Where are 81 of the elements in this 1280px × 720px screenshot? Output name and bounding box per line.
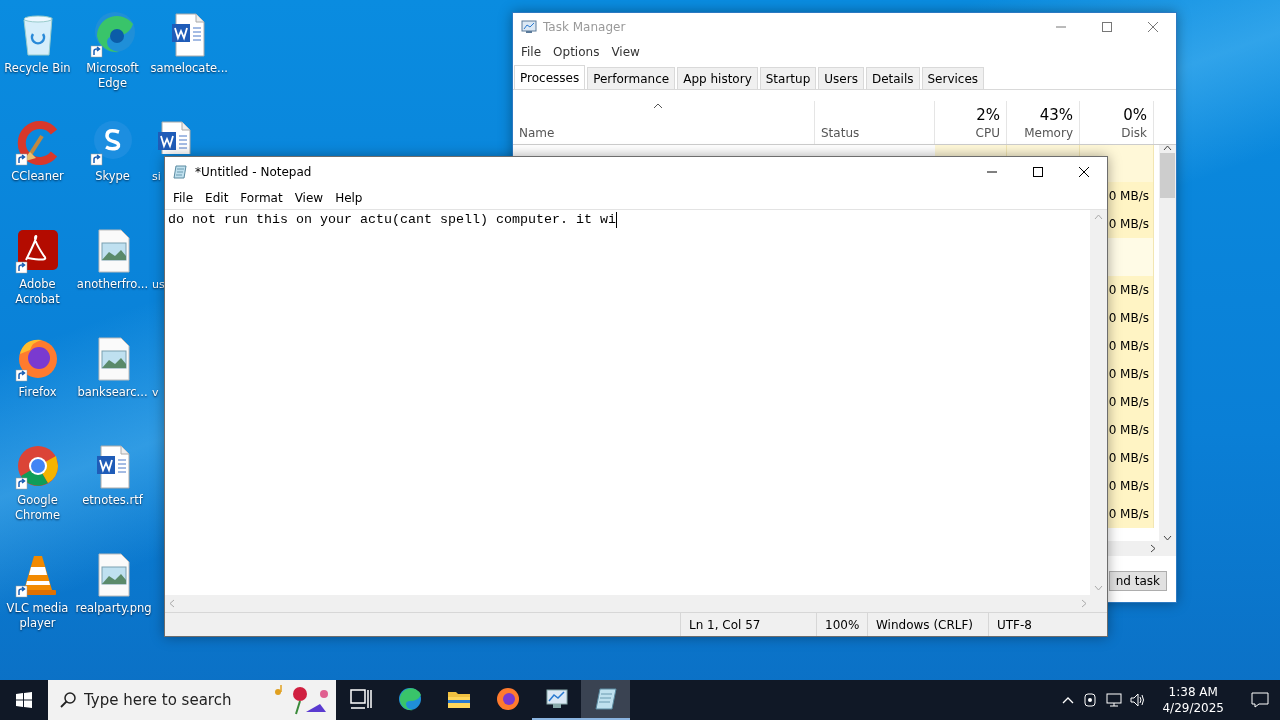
- end-task-button[interactable]: nd task: [1108, 571, 1167, 591]
- tab[interactable]: Details: [865, 67, 920, 89]
- windows-logo-icon: [16, 692, 32, 708]
- notepad-icon: [173, 164, 189, 180]
- close-icon: [1148, 22, 1158, 32]
- icon-label[interactable]: samelocate...: [150, 61, 225, 76]
- icon-label[interactable]: anotherfro...: [76, 277, 149, 292]
- icon-label[interactable]: CCleaner: [11, 169, 64, 184]
- icon-label[interactable]: us: [150, 277, 165, 292]
- monitor-chart-icon: [521, 19, 537, 35]
- notification-icon[interactable]: [1251, 692, 1269, 708]
- tab[interactable]: Processes: [514, 65, 586, 89]
- status-text: Windows (CRLF): [867, 613, 988, 636]
- window-title: *Untitled - Notepad: [195, 165, 313, 179]
- icon-label[interactable]: VLC media player: [0, 601, 75, 631]
- tab[interactable]: Users: [818, 67, 864, 89]
- icon-label[interactable]: Recycle Bin: [4, 61, 71, 76]
- column-label: Name: [519, 126, 556, 140]
- column-total: 2%: [976, 106, 1000, 124]
- menu-item[interactable]: View: [288, 191, 330, 205]
- monitor-chart-icon: [544, 687, 569, 711]
- search-bar[interactable]: Type here to search: [48, 680, 336, 720]
- icon-label[interactable]: Adobe Acrobat: [0, 277, 75, 307]
- icon-label[interactable]: realparty.png: [75, 601, 150, 616]
- clock-time[interactable]: 1:38 AM: [1168, 684, 1218, 700]
- scroll-down-icon[interactable]: [1163, 535, 1172, 541]
- scrollbar[interactable]: [1108, 541, 1176, 556]
- status-text: Ln 1, Col 57: [680, 613, 816, 636]
- task-view-icon: [348, 687, 373, 711]
- swirl-logo-icon: [397, 687, 422, 711]
- search-field[interactable]: Type here to search: [76, 691, 266, 709]
- tab[interactable]: App history: [677, 67, 758, 89]
- menu-item[interactable]: View: [605, 45, 646, 59]
- status-text: 100%: [816, 613, 867, 636]
- column-header[interactable]: 2% CPU: [935, 101, 1007, 144]
- menu-item[interactable]: File: [515, 45, 548, 59]
- clock-date[interactable]: 4/29/2025: [1162, 700, 1224, 716]
- table-cell: [935, 145, 1007, 157]
- column-header[interactable]: 0% Disk: [1080, 101, 1154, 144]
- tab[interactable]: Services: [921, 67, 985, 89]
- window-title: Task Manager: [543, 20, 627, 34]
- taskbar-button[interactable]: [581, 680, 630, 720]
- column-label: Status: [821, 126, 861, 140]
- device-icon[interactable]: [1082, 692, 1099, 708]
- scrollbar[interactable]: [1159, 145, 1176, 541]
- scroll-right-icon[interactable]: [1150, 544, 1156, 553]
- icon-label[interactable]: Skype: [95, 169, 130, 184]
- column-total: 0%: [1123, 106, 1147, 124]
- scroll-up-icon[interactable]: [1163, 145, 1172, 151]
- speaker-icon[interactable]: [1130, 692, 1147, 708]
- text-cursor: [615, 212, 617, 228]
- close-icon: [1079, 167, 1089, 177]
- column-label: Disk: [1121, 126, 1147, 140]
- notepad-icon: [593, 687, 618, 711]
- column-total: 43%: [1039, 106, 1073, 124]
- document-text: do not run this on your actu(cant spell) computer. it wi: [168, 212, 616, 227]
- tab[interactable]: Startup: [759, 67, 817, 89]
- column-header[interactable]: Status: [815, 101, 935, 144]
- maximize-icon: [1102, 22, 1112, 32]
- search-icon: [60, 692, 76, 708]
- menu-item[interactable]: Edit: [199, 191, 235, 205]
- status-text: UTF-8: [988, 613, 1107, 636]
- column-header[interactable]: Name: [513, 101, 815, 144]
- menu-item[interactable]: File: [167, 191, 200, 205]
- icon-label[interactable]: Firefox: [18, 385, 57, 400]
- icon-label[interactable]: Microsoft Edge: [75, 61, 150, 91]
- scroll-thumb[interactable]: [1160, 153, 1175, 198]
- icon-label[interactable]: si: [150, 169, 161, 184]
- chevron-up-icon[interactable]: [1062, 696, 1075, 704]
- menu-item[interactable]: Format: [234, 191, 289, 205]
- menu-item[interactable]: Help: [329, 191, 369, 205]
- network-icon[interactable]: [1106, 692, 1123, 708]
- swirl-logo-icon[interactable]: [88, 10, 137, 58]
- column-label: Memory: [1024, 126, 1073, 140]
- fox-logo-icon: [495, 687, 520, 711]
- menu-item[interactable]: Options: [547, 45, 606, 59]
- maximize-icon: [1033, 167, 1043, 177]
- tab[interactable]: Performance: [587, 67, 676, 89]
- icon-label[interactable]: etnotes.rtf: [82, 493, 143, 508]
- column-label: CPU: [975, 126, 1000, 140]
- column-header[interactable]: 43% Memory: [1007, 101, 1080, 144]
